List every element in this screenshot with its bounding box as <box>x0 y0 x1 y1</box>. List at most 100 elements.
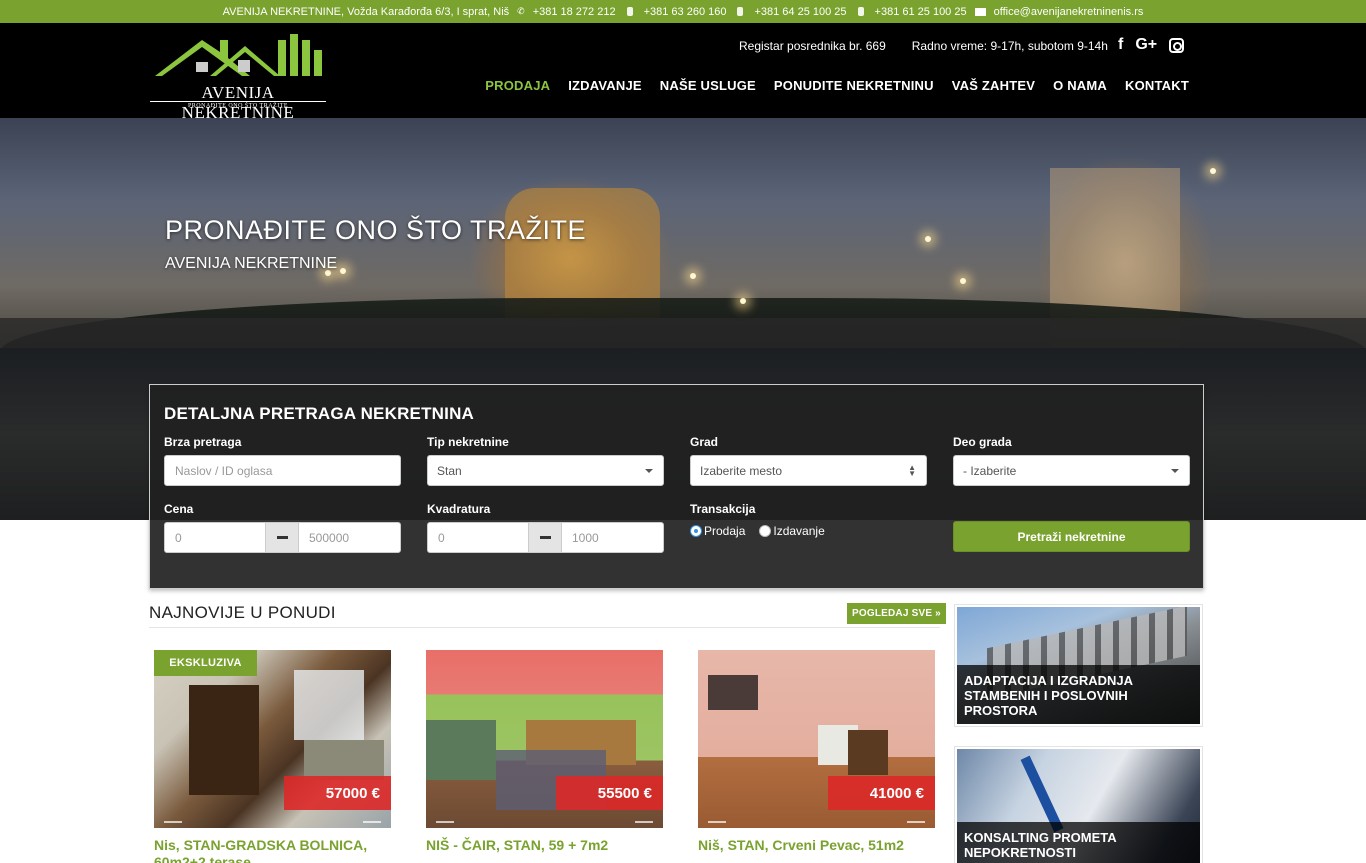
header-info: Registar posrednika br. 669 Radno vreme:… <box>739 39 1108 53</box>
sofa-shape <box>304 740 384 780</box>
street-lamp <box>1210 168 1216 174</box>
price-tag: 55500 € <box>556 776 663 810</box>
main-nav: PRODAJA IZDAVANJE NAŠE USLUGE PONUDITE N… <box>485 78 1189 93</box>
registry-text: Registar posrednika br. 669 <box>739 39 886 53</box>
see-all-button[interactable]: POGLEDAJ SVE » <box>847 603 946 624</box>
quick-search-label: Brza pretraga <box>164 435 242 449</box>
mobile-icon <box>626 7 633 16</box>
listing-card[interactable]: 55500 € NIŠ - ČAIR, STAN, 59 + 7m2 <box>426 650 663 854</box>
instagram-icon[interactable] <box>1169 37 1185 53</box>
email-link[interactable]: office@avenijanekretninenis.rs <box>994 6 1144 18</box>
radio-prodaja[interactable]: Prodaja <box>690 524 745 538</box>
area-label: Kvadratura <box>427 502 491 516</box>
painting-shape <box>708 675 758 710</box>
chevron-down-icon <box>1171 468 1179 473</box>
property-type-value: Stan <box>437 463 462 478</box>
promo-caption: KONSALTING PROMETA NEPOKRETNOSTI <box>957 822 1200 863</box>
listing-title[interactable]: Niš, STAN, Crveni Pevac, 51m2 <box>698 837 935 854</box>
area-max-input[interactable]: 1000 <box>561 522 664 553</box>
street-lamp <box>340 268 346 274</box>
photo-pager <box>698 821 935 823</box>
range-separator <box>528 522 562 553</box>
street-lamp <box>925 236 931 242</box>
nav-kontakt[interactable]: KONTAKT <box>1125 78 1189 93</box>
street-lamp <box>960 278 966 284</box>
listing-card[interactable]: EKSKLUZIVA 57000 € Nis, STAN-GRADSKA BOL… <box>154 650 391 863</box>
hero-subtitle: AVENIJA NEKRETNINE <box>165 255 338 272</box>
listing-photo[interactable]: 41000 € <box>698 650 935 828</box>
price-tag: 57000 € <box>284 776 391 810</box>
nav-ponudite-nekretninu[interactable]: PONUDITE NEKRETNINU <box>774 78 934 93</box>
photo-pager <box>154 821 391 823</box>
mobile-icon <box>737 7 744 16</box>
promo-caption: ADAPTACIJA I IZGRADNJA STAMBENIH I POSLO… <box>957 665 1200 724</box>
tv-stand-shape <box>848 730 888 775</box>
listing-photo[interactable]: EKSKLUZIVA 57000 € <box>154 650 391 828</box>
hero-title: PRONAĐITE ONO ŠTO TRAŽITE <box>165 215 587 245</box>
nav-nase-usluge[interactable]: NAŠE USLUGE <box>660 78 756 93</box>
city-select[interactable]: Izaberite mesto ▲ ▼ <box>690 455 927 486</box>
google-plus-icon[interactable]: G+ <box>1135 36 1157 54</box>
facebook-icon[interactable]: f <box>1118 36 1123 54</box>
exclusive-badge: EKSKLUZIVA <box>154 650 257 676</box>
nav-izdavanje[interactable]: IZDAVANJE <box>568 78 642 93</box>
radio-izdavanje[interactable]: Izdavanje <box>759 524 825 538</box>
promo-image[interactable]: ADAPTACIJA I IZGRADNJA STAMBENIH I POSLO… <box>957 607 1200 724</box>
phone-1[interactable]: +381 18 272 212 <box>533 6 616 18</box>
price-min-input[interactable]: 0 <box>164 522 266 553</box>
phone-3[interactable]: +381 64 25 100 25 <box>754 6 846 18</box>
radio-unchecked-icon[interactable] <box>759 525 772 537</box>
hours-text: Radno vreme: 9-17h, subotom 9-14h <box>911 39 1108 53</box>
address-text: AVENIJA NEKRETNINE, Vožda Karađorđa 6/3,… <box>222 5 510 18</box>
site-header: AVENIJA NEKRETNINE PRONAĐITE ONO ŠTO TRA… <box>0 23 1366 122</box>
search-button[interactable]: Pretraži nekretnine <box>953 521 1190 552</box>
city-value: Izaberite mesto <box>700 463 783 478</box>
district-select[interactable]: - Izaberite <box>953 455 1190 486</box>
listing-card[interactable]: 41000 € Niš, STAN, Crveni Pevac, 51m2 <box>698 650 935 854</box>
listing-title[interactable]: NIŠ - ČAIR, STAN, 59 + 7m2 <box>426 837 663 854</box>
section-title: NAJNOVIJE U PONUDI <box>149 603 336 622</box>
social-links: f G+ <box>1118 36 1185 54</box>
nav-prodaja[interactable]: PRODAJA <box>485 78 550 93</box>
mobile-icon <box>857 7 864 16</box>
city-label: Grad <box>690 435 719 449</box>
nav-o-nama[interactable]: O NAMA <box>1053 78 1107 93</box>
range-separator <box>265 522 299 553</box>
minus-icon <box>276 536 288 539</box>
street-lamp <box>740 298 746 304</box>
promo-construction[interactable]: ADAPTACIJA I IZGRADNJA STAMBENIH I POSLO… <box>954 604 1203 727</box>
street-lamp <box>690 273 696 279</box>
price-label: Cena <box>164 502 194 516</box>
property-type-select[interactable]: Stan <box>427 455 664 486</box>
property-type-label: Tip nekretnine <box>427 435 509 449</box>
cabinet-shape <box>189 685 259 795</box>
hero-bridge <box>0 318 1366 348</box>
updown-arrows-icon: ▲ ▼ <box>908 462 916 478</box>
radio-izdavanje-label: Izdavanje <box>773 524 825 538</box>
phone-4[interactable]: +381 61 25 100 25 <box>875 6 967 18</box>
listing-title[interactable]: Nis, STAN-GRADSKA BOLNICA, 60m2+2 terase <box>154 837 391 863</box>
search-panel: DETALJNA PRETRAGA NEKRETNINA Brza pretra… <box>149 384 1204 589</box>
search-title: DETALJNA PRETRAGA NEKRETNINA <box>164 404 475 423</box>
divider <box>149 627 940 628</box>
listing-photo[interactable]: 55500 € <box>426 650 663 828</box>
top-contact-bar: AVENIJA NEKRETNINE, Vožda Karađorđa 6/3,… <box>0 0 1366 23</box>
price-tag: 41000 € <box>828 776 935 810</box>
nav-vas-zahtev[interactable]: VAŠ ZAHTEV <box>952 78 1035 93</box>
promo-consulting[interactable]: KONSALTING PROMETA NEPOKRETNOSTI <box>954 746 1203 863</box>
chevron-down-icon <box>645 468 653 473</box>
quick-search-input[interactable]: Naslov / ID oglasa <box>164 455 401 486</box>
transaction-label: Transakcija <box>690 502 756 516</box>
radio-prodaja-label: Prodaja <box>704 524 746 538</box>
price-max-input[interactable]: 500000 <box>298 522 401 553</box>
photo-pager <box>426 821 663 823</box>
radio-checked-icon[interactable] <box>690 525 702 537</box>
minus-icon <box>539 536 551 539</box>
district-value: - Izaberite <box>963 463 1017 478</box>
transaction-radio-group: Prodaja Izdavanje <box>690 524 825 538</box>
promo-image[interactable]: KONSALTING PROMETA NEPOKRETNOSTI <box>957 749 1200 863</box>
phone-2[interactable]: +381 63 260 160 <box>644 6 727 18</box>
area-min-input[interactable]: 0 <box>427 522 529 553</box>
window-shape <box>294 670 364 740</box>
logo-tagline: PRONAĐITE ONO ŠTO TRAŽITE <box>150 101 326 109</box>
